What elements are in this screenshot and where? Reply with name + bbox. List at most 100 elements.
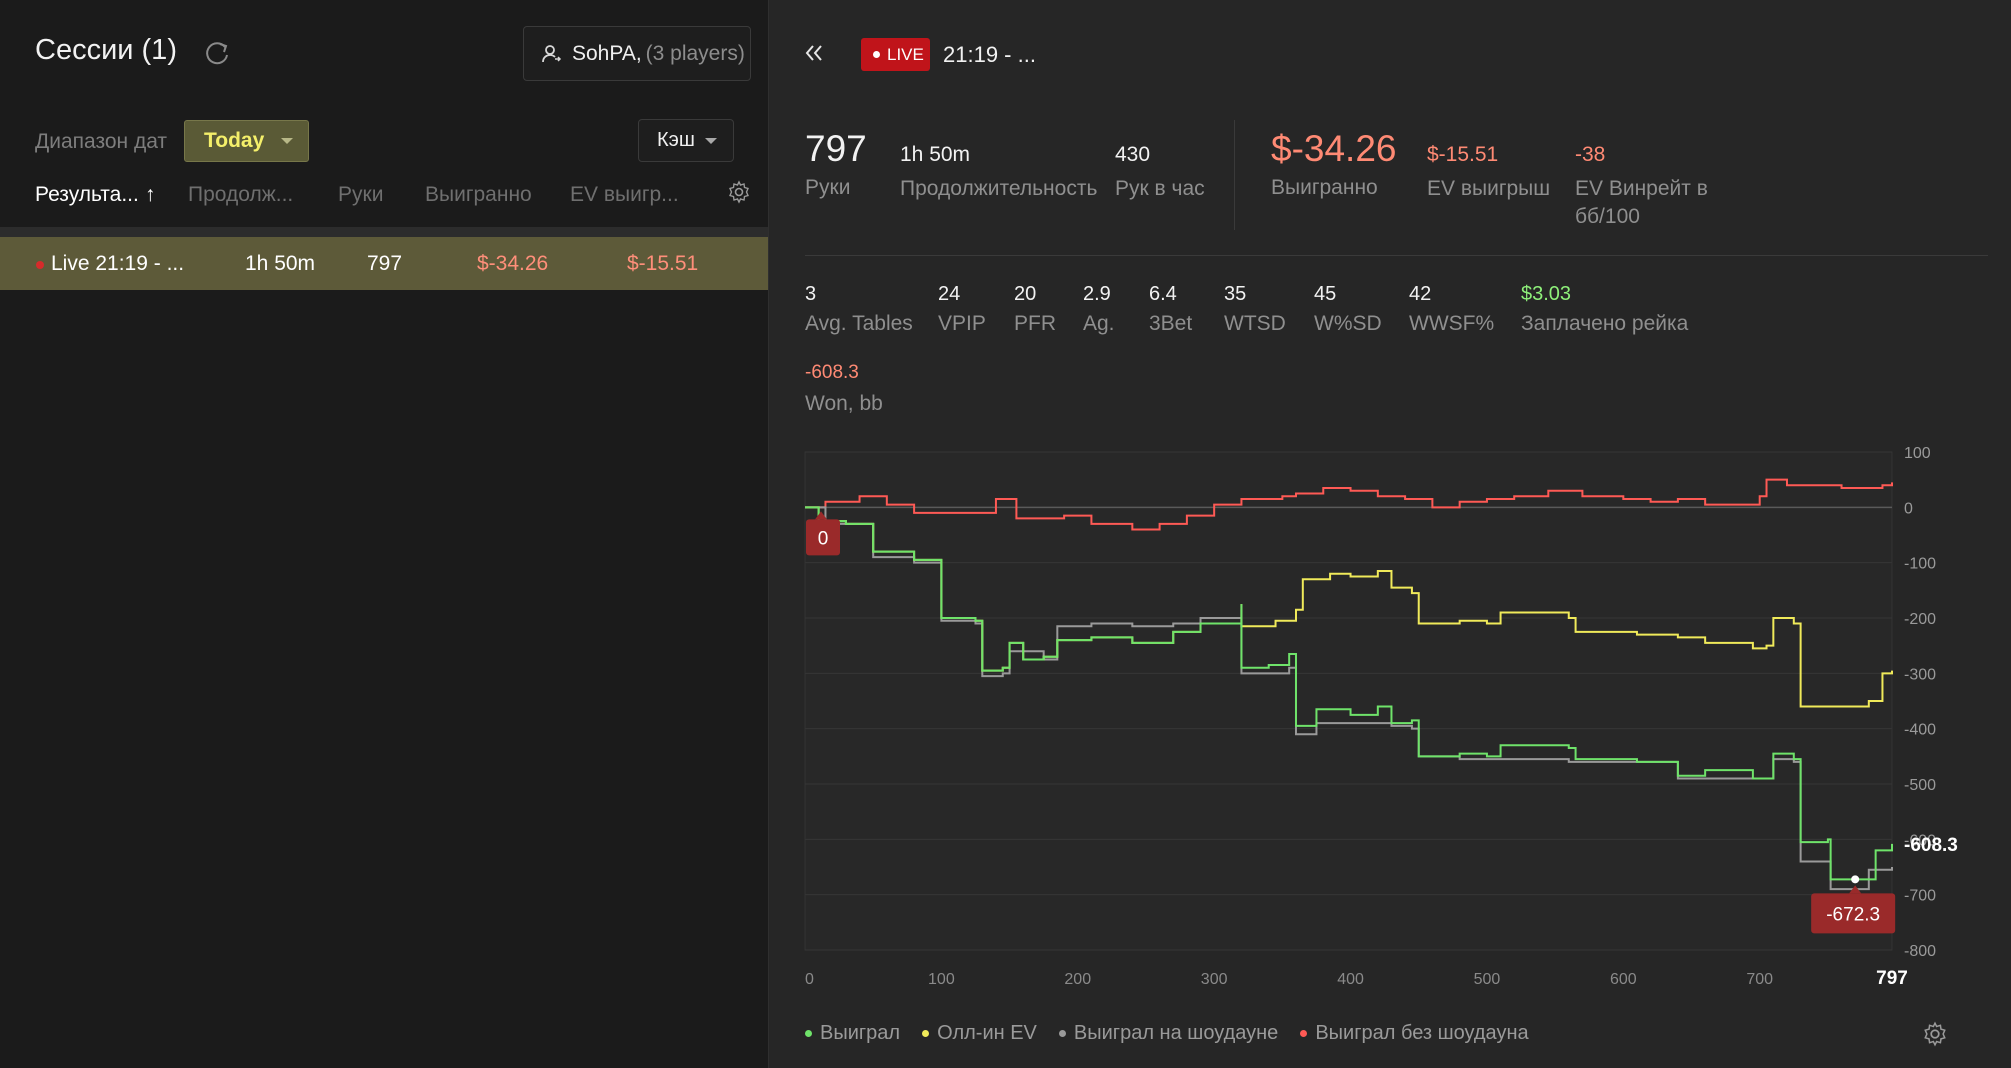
min-marker-label: -672.3 xyxy=(1826,904,1880,925)
session-won: $-34.26 xyxy=(477,252,549,275)
legend-label: Выиграл без шоудауна xyxy=(1315,1022,1529,1044)
x-tick-label: 0 xyxy=(805,971,814,988)
game-type-dropdown[interactable]: Кэш xyxy=(638,119,734,162)
stat-secondary: 45 W%SD xyxy=(1314,283,1382,336)
stat-value: 3 xyxy=(805,283,817,305)
game-type-value: Кэш xyxy=(657,129,695,151)
stat-label-line2: бб/100 xyxy=(1575,205,1640,228)
stat-secondary: 35 WTSD xyxy=(1224,283,1286,336)
chevron-down-icon xyxy=(281,138,293,144)
legend-item[interactable]: Олл-ин EV xyxy=(922,1022,1037,1045)
stat-value: $3.03 xyxy=(1521,283,1572,305)
stat-value: 35 xyxy=(1224,283,1247,305)
stats-horizontal-divider xyxy=(805,255,1988,256)
live-badge: LIVE xyxy=(861,38,930,71)
stat-label: 3Bet xyxy=(1149,312,1193,335)
stat-value: 6.4 xyxy=(1149,283,1177,305)
refresh-icon[interactable] xyxy=(201,38,233,70)
legend-item[interactable]: Выиграл xyxy=(805,1022,900,1045)
stat-label: Руки xyxy=(805,176,851,199)
session-hands: 797 xyxy=(367,252,403,275)
y-tick-label: -300 xyxy=(1904,666,1936,683)
y-tick-label: 0 xyxy=(1904,500,1913,517)
start-marker-label: 0 xyxy=(818,528,829,549)
column-header-duration[interactable]: Продолж... xyxy=(188,183,293,207)
date-range-value: Today xyxy=(204,129,265,152)
legend-label: Выиграл на шоудауне xyxy=(1073,1022,1279,1044)
user-switch-icon xyxy=(542,44,562,62)
stat-duration: 1h 50m Продолжительность xyxy=(900,143,1097,201)
stat-value: -38 xyxy=(1575,143,1606,166)
stat-label: Рук в час xyxy=(1115,177,1205,200)
chevron-down-icon xyxy=(705,138,717,144)
x-tick-label: 400 xyxy=(1337,971,1364,988)
plot-area xyxy=(804,451,1893,951)
stat-label: EV Винрейт в xyxy=(1575,177,1708,200)
y-tick-label: -700 xyxy=(1904,888,1936,905)
sessions-title: Сессии (1) xyxy=(35,34,177,66)
stat-label: WWSF% xyxy=(1409,312,1495,335)
list-divider xyxy=(0,227,768,237)
stat-ev-won: $-15.51 EV выигрыш xyxy=(1427,143,1550,201)
player-count: (3 players) xyxy=(645,41,745,65)
sessions-panel: Сессии (1) SohPA, (3 players) Диапазон д… xyxy=(0,0,768,1068)
stat-value: 20 xyxy=(1014,283,1037,305)
y-tick-label: -200 xyxy=(1904,611,1936,628)
session-name: Live 21:19 - ... xyxy=(51,252,185,275)
x-tick-label: 500 xyxy=(1474,971,1501,988)
stat-label: Продолжительность xyxy=(900,177,1098,200)
app-root: Сессии (1) SohPA, (3 players) Диапазон д… xyxy=(0,0,2011,1068)
x-end-label: 797 xyxy=(1876,968,1908,989)
live-dot-icon xyxy=(36,261,44,269)
column-header-won[interactable]: Выигранно xyxy=(425,183,532,207)
session-ev-won: $-15.51 xyxy=(627,252,699,275)
column-header-hands[interactable]: Руки xyxy=(338,183,383,207)
session-row[interactable]: Live 21:19 - ... 1h 50m 797 $-34.26 $-15… xyxy=(0,237,768,290)
bankroll-chart[interactable]: 1000-100-200-300-400-500-600-700-8000 100… xyxy=(769,440,2011,1000)
stat-secondary: 42 WWSF% xyxy=(1409,283,1494,336)
stat-secondary: 6.4 3Bet xyxy=(1149,283,1192,336)
stat-label: Заплачено рейка xyxy=(1521,312,1689,335)
stat-value: 42 xyxy=(1409,283,1432,305)
stat-label: Выигранно xyxy=(1271,176,1378,199)
stat-won-bb: -608.3 Won, bb xyxy=(805,362,883,416)
player-selector-button[interactable]: SohPA, (3 players) xyxy=(523,26,751,81)
stat-value: $-34.26 xyxy=(1271,128,1397,169)
stat-won: $-34.26 Выигранно xyxy=(1271,128,1397,200)
stat-label: Ag. xyxy=(1083,312,1115,335)
stat-label: EV выигрыш xyxy=(1427,177,1551,200)
stat-hands-per-hour: 430 Рук в час xyxy=(1115,143,1205,201)
x-tick-label: 700 xyxy=(1746,971,1773,988)
legend-item[interactable]: Выиграл без шоудауна xyxy=(1300,1022,1529,1045)
end-value-label: -608.3 xyxy=(1904,835,1958,856)
stat-label: Won, bb xyxy=(805,392,883,415)
stat-value: 45 xyxy=(1314,283,1337,305)
column-header-ev-won[interactable]: EV выигр... xyxy=(570,183,679,207)
date-range-dropdown[interactable]: Today xyxy=(184,120,309,162)
live-label: LIVE xyxy=(887,44,924,64)
live-dot-icon xyxy=(873,51,880,58)
session-duration: 1h 50m xyxy=(245,252,316,275)
y-tick-label: -500 xyxy=(1904,777,1936,794)
column-header-result[interactable]: Результа... xyxy=(35,183,139,207)
gear-icon[interactable] xyxy=(1922,1021,1948,1047)
y-tick-label: -800 xyxy=(1904,943,1936,960)
stat-value: 2.9 xyxy=(1083,283,1111,305)
x-tick-label: 300 xyxy=(1201,971,1228,988)
sort-ascending-icon[interactable]: ↑ xyxy=(145,183,156,207)
legend-label: Олл-ин EV xyxy=(937,1022,1037,1044)
gear-icon[interactable] xyxy=(727,180,751,204)
collapse-double-chevron-icon[interactable] xyxy=(801,40,827,66)
legend-item[interactable]: Выиграл на шоудауне xyxy=(1058,1022,1279,1045)
session-detail-panel: LIVE 21:19 - ... 797 Руки 1h 50m Продолж… xyxy=(768,0,2011,1068)
legend-label: Выиграл xyxy=(820,1022,901,1044)
legend-dot-icon xyxy=(922,1030,930,1037)
legend-dot-icon xyxy=(1300,1030,1308,1037)
stats-divider xyxy=(1234,120,1235,230)
stat-secondary: 3 Avg. Tables xyxy=(805,283,913,336)
chart-legend: Выиграл Олл-ин EV Выиграл на шоудауне Выигр… xyxy=(805,1022,1551,1045)
stat-ev-winrate: -38 EV Винрейт в бб/100 xyxy=(1575,143,1708,229)
stat-value: $-15.51 xyxy=(1427,143,1499,166)
stat-secondary: 24 VPIP xyxy=(938,283,986,336)
stat-value: 24 xyxy=(938,283,961,305)
